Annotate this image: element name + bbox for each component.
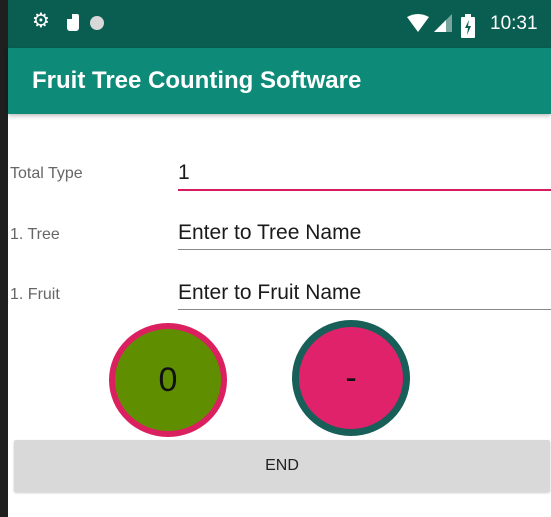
total-type-input[interactable] <box>178 157 551 191</box>
total-type-label: Total Type <box>10 165 83 182</box>
window-frame <box>0 0 8 517</box>
minus-button[interactable]: - <box>292 320 410 436</box>
count-button[interactable]: 0 <box>109 323 227 437</box>
status-bar: ⚙ 10:31 <box>8 0 551 48</box>
fruit-label: 1. Fruit <box>10 286 60 303</box>
end-button[interactable]: END <box>14 440 550 492</box>
status-time: 10:31 <box>490 13 538 34</box>
fruit-name-input[interactable] <box>178 276 551 310</box>
battery-charging-icon <box>461 14 475 38</box>
sd-card-icon <box>67 14 79 31</box>
dot-icon <box>90 16 104 30</box>
tree-label: 1. Tree <box>10 226 60 243</box>
wifi-icon <box>407 14 429 32</box>
tree-name-input[interactable] <box>178 216 551 250</box>
app-title: Fruit Tree Counting Software <box>32 67 362 94</box>
signal-icon <box>434 14 452 32</box>
gear-icon: ⚙ <box>32 10 50 32</box>
app-bar: Fruit Tree Counting Software <box>8 48 551 114</box>
